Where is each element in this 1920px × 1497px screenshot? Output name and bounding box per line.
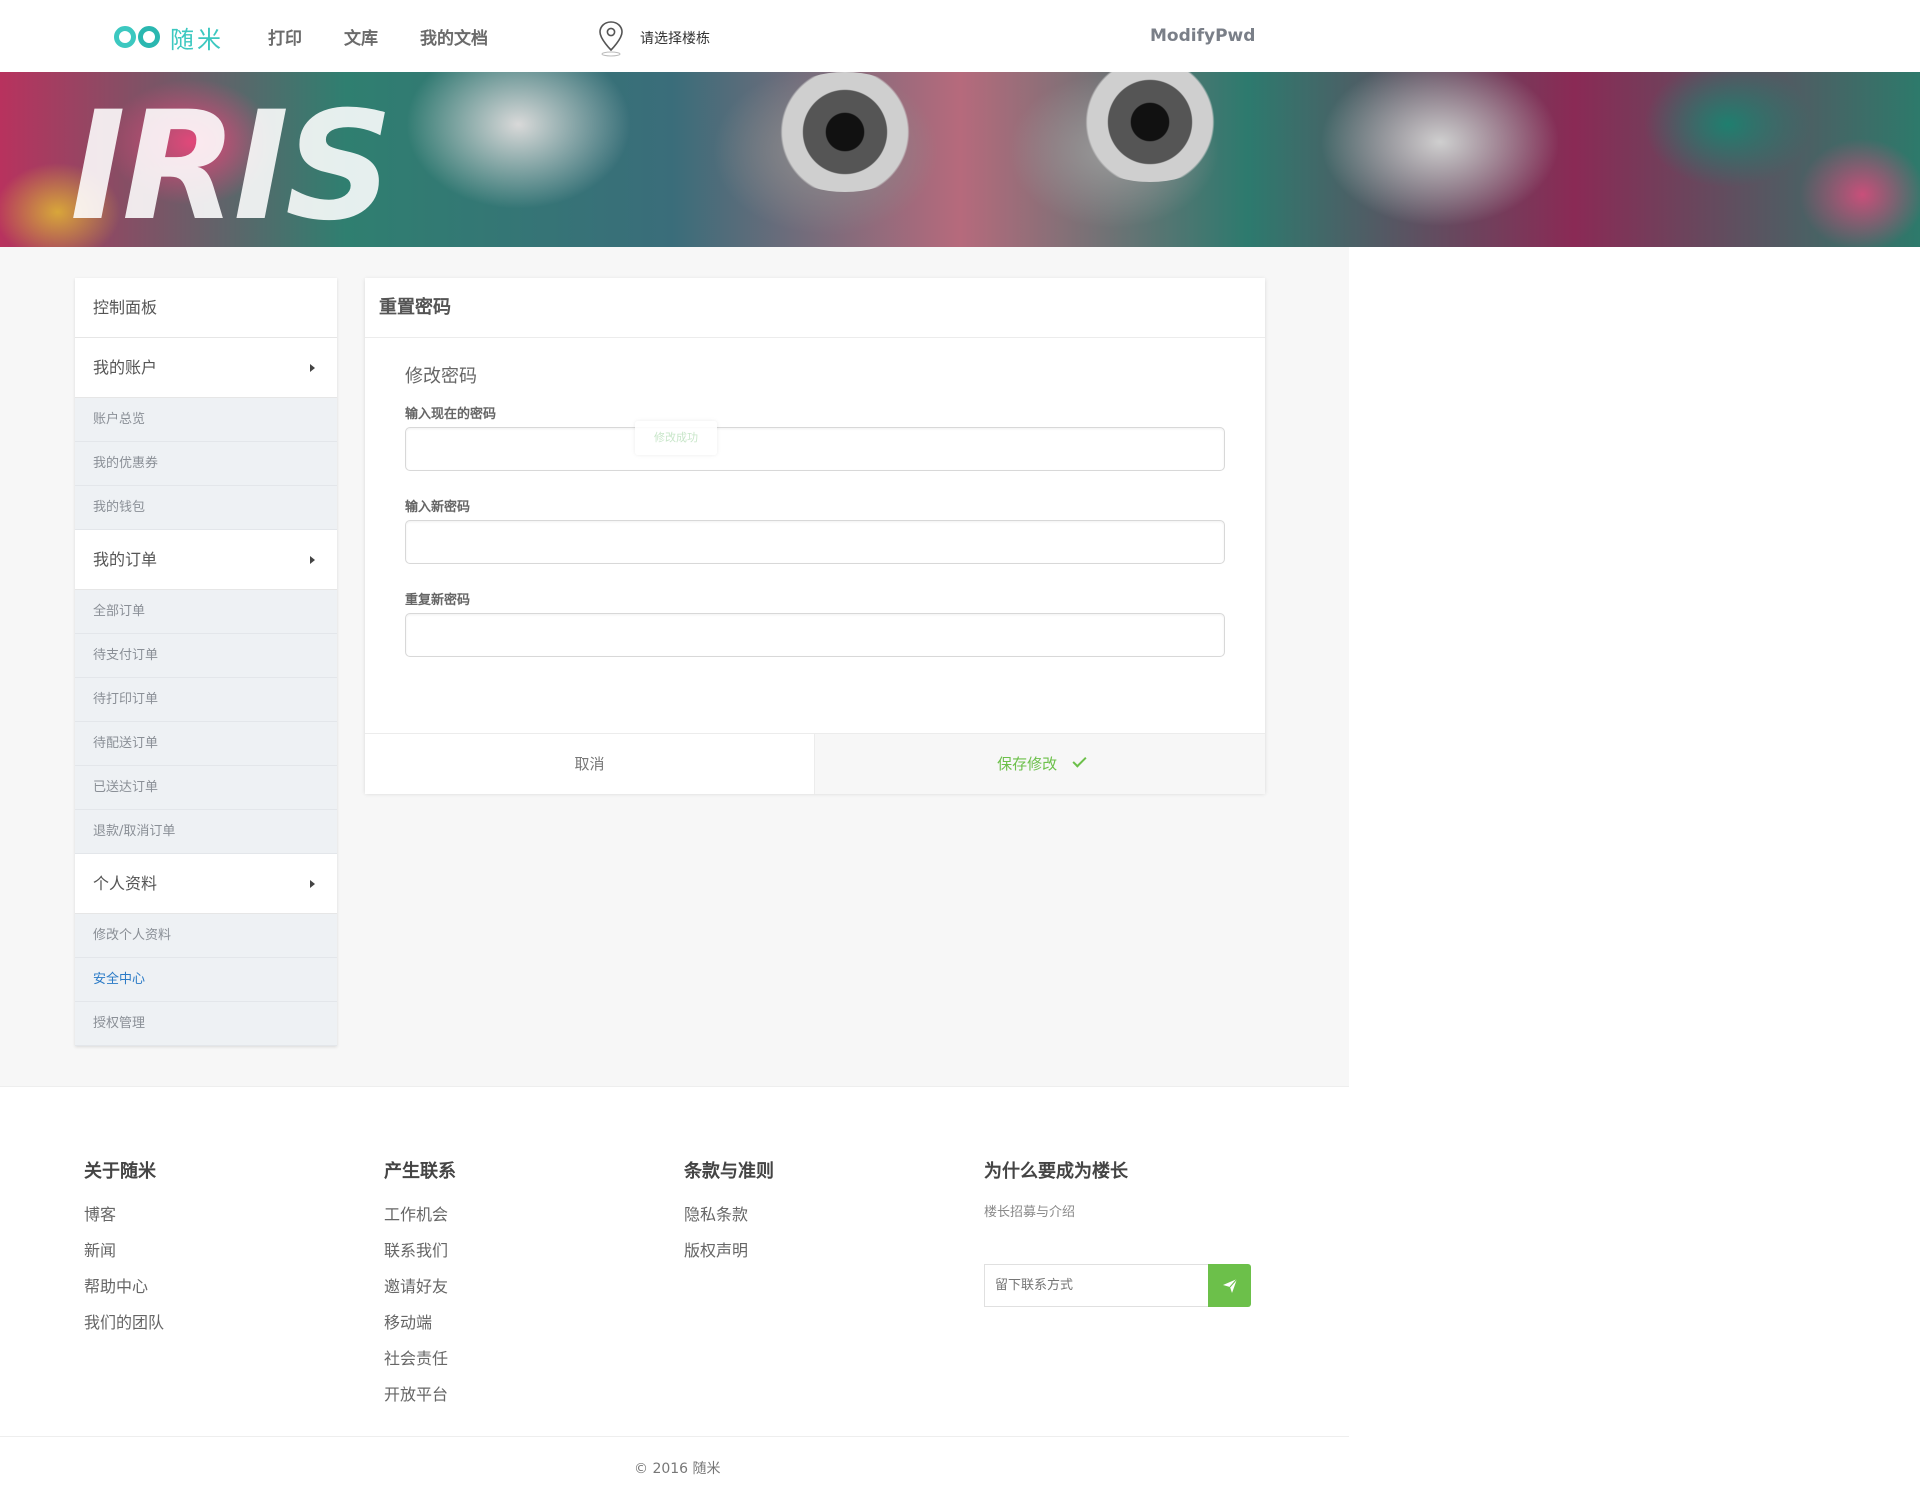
save-button-label: 保存修改	[997, 755, 1058, 773]
footer-bottom-divider	[0, 1436, 1349, 1437]
cancel-button[interactable]: 取消	[365, 734, 815, 794]
footer-link-help[interactable]: 帮助中心	[84, 1273, 164, 1309]
footer-link-blog[interactable]: 博客	[84, 1201, 164, 1237]
sidebar: 控制面板 我的账户 账户总览 我的优惠券 我的钱包 我的订单 全部订单 待支付订…	[75, 278, 337, 1046]
cancel-button-label: 取消	[574, 755, 605, 773]
sidebar-item-pending-print[interactable]: 待打印订单	[75, 678, 337, 722]
repeat-password-input[interactable]	[405, 613, 1225, 657]
section-title: 修改密码	[405, 366, 477, 387]
caret-right-icon	[310, 880, 315, 888]
sidebar-item-dashboard[interactable]: 控制面板	[75, 278, 337, 338]
footer-link-mobile[interactable]: 移动端	[384, 1309, 456, 1345]
repeat-password-label: 重复新密码	[405, 593, 471, 608]
sidebar-item-pending-payment[interactable]: 待支付订单	[75, 634, 337, 678]
hero-banner: IRIS	[0, 72, 1920, 247]
new-password-label: 输入新密码	[405, 500, 471, 515]
sidebar-group-label: 个人资料	[93, 874, 158, 893]
sidebar-group-account[interactable]: 我的账户	[75, 338, 337, 398]
sidebar-group-label: 我的账户	[93, 358, 158, 377]
nav-my-documents[interactable]: 我的文档	[420, 24, 488, 49]
new-password-input[interactable]	[405, 520, 1225, 564]
footer-col-manager: 为什么要成为楼长 楼长招募与介绍	[984, 1157, 1128, 1220]
contact-input[interactable]	[984, 1264, 1208, 1307]
current-password-input[interactable]	[405, 427, 1225, 471]
footer-link-jobs[interactable]: 工作机会	[384, 1201, 456, 1237]
footer-col-about: 关于随米 博客 新闻 帮助中心 我们的团队	[84, 1157, 164, 1345]
logo-text: 随米	[170, 25, 224, 54]
top-navbar: 随米 打印 文库 我的文档 请选择楼栋 ModifyPwd	[0, 0, 1920, 72]
sidebar-item-delivered[interactable]: 已送达订单	[75, 766, 337, 810]
success-toast: 修改成功	[635, 421, 717, 455]
sidebar-item-pending-delivery[interactable]: 待配送订单	[75, 722, 337, 766]
footer-col-title: 为什么要成为楼长	[984, 1161, 1128, 1182]
banner-title: IRIS	[70, 80, 393, 247]
send-button[interactable]	[1208, 1264, 1251, 1307]
sidebar-item-authorization[interactable]: 授权管理	[75, 1002, 337, 1046]
footer-divider	[0, 1086, 1349, 1087]
nav-library[interactable]: 文库	[344, 24, 378, 49]
footer-col-title: 产生联系	[384, 1161, 456, 1182]
footer-link-contact-us[interactable]: 联系我们	[384, 1237, 456, 1273]
footer-link-privacy[interactable]: 隐私条款	[684, 1201, 774, 1237]
sidebar-item-security-center[interactable]: 安全中心	[75, 958, 337, 1002]
sidebar-item-account-overview[interactable]: 账户总览	[75, 398, 337, 442]
sidebar-item-refund[interactable]: 退款/取消订单	[75, 810, 337, 854]
footer-col-terms: 条款与准则 隐私条款 版权声明	[684, 1157, 774, 1273]
sidebar-item-coupons[interactable]: 我的优惠券	[75, 442, 337, 486]
check-icon	[1072, 753, 1087, 768]
sidebar-item-all-orders[interactable]: 全部订单	[75, 590, 337, 634]
contact-subscribe-form	[984, 1264, 1251, 1307]
save-button[interactable]: 保存修改	[815, 734, 1265, 794]
banner-eye-right	[1065, 72, 1235, 182]
footer-col-title: 关于随米	[84, 1161, 156, 1182]
copyright: © 2016 随米	[634, 1461, 721, 1477]
logo[interactable]: 随米	[114, 22, 224, 54]
footer-link-invite[interactable]: 邀请好友	[384, 1273, 456, 1309]
sidebar-group-profile[interactable]: 个人资料	[75, 854, 337, 914]
caret-right-icon	[310, 556, 315, 564]
reset-password-panel: 重置密码 修改密码 输入现在的密码 输入新密码 重复新密码 修改成功 取消 保存…	[365, 278, 1265, 794]
location-selector[interactable]: 请选择楼栋	[640, 28, 710, 48]
footer-col-title: 条款与准则	[684, 1161, 774, 1182]
footer-link-csr[interactable]: 社会责任	[384, 1345, 456, 1381]
nav-print[interactable]: 打印	[268, 24, 302, 49]
sidebar-group-orders[interactable]: 我的订单	[75, 530, 337, 590]
panel-actions: 取消 保存修改	[365, 733, 1265, 794]
footer-link-manager-recruit[interactable]: 楼长招募与介绍	[984, 1201, 1128, 1220]
footer-link-news[interactable]: 新闻	[84, 1237, 164, 1273]
user-name[interactable]: ModifyPwd	[1150, 26, 1255, 46]
footer-col-contact: 产生联系 工作机会 联系我们 邀请好友 移动端 社会责任 开放平台	[384, 1157, 456, 1417]
footer-link-open-platform[interactable]: 开放平台	[384, 1381, 456, 1417]
footer-link-team[interactable]: 我们的团队	[84, 1309, 164, 1345]
location-pin-icon[interactable]	[594, 18, 628, 58]
logo-icon	[114, 26, 160, 48]
caret-right-icon	[310, 364, 315, 372]
sidebar-group-label: 我的订单	[93, 550, 158, 569]
sidebar-item-wallet[interactable]: 我的钱包	[75, 486, 337, 530]
banner-eye-left	[760, 72, 930, 192]
panel-title: 重置密码	[365, 278, 1265, 338]
current-password-label: 输入现在的密码	[405, 407, 497, 422]
send-icon	[1222, 1278, 1237, 1293]
footer-link-copyright[interactable]: 版权声明	[684, 1237, 774, 1273]
sidebar-item-edit-profile[interactable]: 修改个人资料	[75, 914, 337, 958]
